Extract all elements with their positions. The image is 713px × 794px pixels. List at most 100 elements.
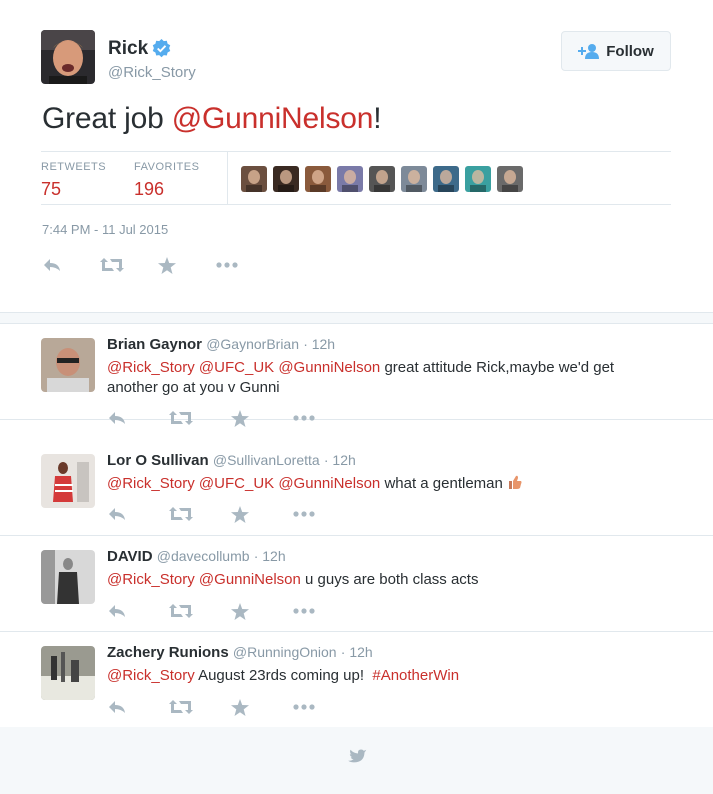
- more-icon: [293, 415, 315, 421]
- reply-mention[interactable]: @UFC_UK: [199, 475, 274, 492]
- reply-author-name[interactable]: Zachery Runions: [107, 644, 229, 661]
- twitter-bird-icon[interactable]: [345, 749, 367, 767]
- favorite-button[interactable]: [231, 505, 293, 523]
- reply-time[interactable]: · 12h: [341, 644, 373, 660]
- follow-button[interactable]: Follow: [561, 31, 671, 71]
- retweets-stat[interactable]: RETWEETS 75: [41, 161, 106, 200]
- reply-button[interactable]: [107, 698, 169, 716]
- reply-mention[interactable]: @Rick_Story: [107, 359, 195, 376]
- reply-button[interactable]: [107, 602, 169, 620]
- favoriter-avatar[interactable]: [497, 166, 523, 192]
- reply-item: Brian Gaynor @GaynorBrian · 12h @Rick_St…: [0, 324, 713, 427]
- reply-icon: [109, 605, 125, 617]
- reply-author-name[interactable]: Lor O Sullivan: [107, 452, 209, 469]
- reply-time[interactable]: · 12h: [324, 452, 356, 468]
- reply-header: Brian Gaynor @GaynorBrian · 12h: [107, 336, 335, 353]
- more-icon: [216, 262, 238, 268]
- reply-author-handle[interactable]: @RunningOnion: [233, 644, 337, 660]
- reply-header: Lor O Sullivan @SullivanLoretta · 12h: [107, 452, 356, 469]
- retweets-label: RETWEETS: [41, 161, 107, 173]
- retweet-icon: [169, 411, 193, 425]
- favoriter-avatar[interactable]: [273, 166, 299, 192]
- retweet-button[interactable]: [169, 602, 231, 620]
- author-name[interactable]: Rick: [108, 38, 148, 60]
- thumbs-up-emoji-icon: [509, 475, 522, 489]
- more-button[interactable]: [293, 505, 355, 523]
- reply-avatar[interactable]: [41, 338, 95, 392]
- reply-mention[interactable]: @UFC_UK: [199, 359, 274, 376]
- reply-hashtag[interactable]: #AnotherWin: [372, 667, 459, 684]
- reply-author-handle[interactable]: @GaynorBrian: [206, 336, 299, 352]
- reply-button[interactable]: [107, 505, 169, 523]
- favoriter-avatar[interactable]: [305, 166, 331, 192]
- favoriter-avatar[interactable]: [369, 166, 395, 192]
- retweet-button[interactable]: [100, 256, 158, 274]
- reply-button[interactable]: [107, 409, 169, 427]
- favoriter-avatar[interactable]: [401, 166, 427, 192]
- tweet-text-before: Great job: [42, 102, 172, 135]
- author-handle[interactable]: @Rick_Story: [108, 64, 196, 81]
- reply-icon: [109, 701, 125, 713]
- reply-button[interactable]: [42, 256, 100, 274]
- tweet-timestamp[interactable]: 7:44 PM - 11 Jul 2015: [42, 222, 168, 237]
- favorites-stat[interactable]: FAVORITES 196: [134, 161, 199, 200]
- reply-author-name[interactable]: Brian Gaynor: [107, 336, 202, 353]
- tweet-actions: [42, 256, 274, 274]
- reply-author-handle[interactable]: @davecollumb: [157, 548, 250, 564]
- verified-badge-icon: [152, 39, 171, 58]
- more-icon: [293, 704, 315, 710]
- retweet-button[interactable]: [169, 409, 231, 427]
- reply-mention[interactable]: @Rick_Story: [107, 667, 195, 684]
- tweet-text: Great job @GunniNelson!: [42, 102, 382, 136]
- favorite-button[interactable]: [231, 409, 293, 427]
- reply-text: @Rick_Story August 23rds coming up! #Ano…: [107, 666, 667, 686]
- reply-author-handle[interactable]: @SullivanLoretta: [213, 452, 320, 468]
- main-tweet: Rick @Rick_Story Follow Great job @Gunni…: [0, 0, 713, 312]
- author-avatar[interactable]: [41, 30, 95, 84]
- favoriter-avatar[interactable]: [465, 166, 491, 192]
- favoriter-avatar[interactable]: [433, 166, 459, 192]
- reply-icon: [109, 412, 125, 424]
- favorite-button[interactable]: [158, 256, 216, 274]
- star-icon: [231, 505, 249, 523]
- retweet-button[interactable]: [169, 698, 231, 716]
- reply-mention[interactable]: @GunniNelson: [199, 571, 301, 588]
- reply-avatar[interactable]: [41, 550, 95, 604]
- reply-text: @Rick_Story @UFC_UK @GunniNelson what a …: [107, 474, 667, 494]
- tweet-mention[interactable]: @GunniNelson: [172, 102, 374, 135]
- reply-avatar[interactable]: [41, 646, 95, 700]
- favoriter-avatars: [241, 166, 523, 192]
- retweet-icon: [100, 258, 124, 272]
- reply-header: DAVID @davecollumb · 12h: [107, 548, 286, 565]
- favoriter-avatar[interactable]: [241, 166, 267, 192]
- reply-mention[interactable]: @Rick_Story: [107, 571, 195, 588]
- star-icon: [231, 602, 249, 620]
- favorite-button[interactable]: [231, 602, 293, 620]
- retweet-icon: [169, 604, 193, 618]
- more-button[interactable]: [293, 409, 355, 427]
- more-button[interactable]: [293, 698, 355, 716]
- reply-mention[interactable]: @GunniNelson: [278, 475, 380, 492]
- reply-time[interactable]: · 12h: [254, 548, 286, 564]
- reply-text: @Rick_Story @GunniNelson u guys are both…: [107, 570, 667, 590]
- follow-label: Follow: [606, 42, 654, 60]
- reply-author-name[interactable]: DAVID: [107, 548, 153, 565]
- favorite-button[interactable]: [231, 698, 293, 716]
- reply-body: u guys are both class acts: [300, 571, 479, 588]
- reply-mention[interactable]: @GunniNelson: [278, 359, 380, 376]
- reply-avatar[interactable]: [41, 454, 95, 508]
- stats-divider: [227, 152, 228, 204]
- reply-mention[interactable]: @Rick_Story: [107, 475, 195, 492]
- favoriter-avatar[interactable]: [337, 166, 363, 192]
- star-icon: [231, 698, 249, 716]
- reply-actions: [107, 409, 355, 427]
- more-button[interactable]: [216, 256, 274, 274]
- reply-time[interactable]: · 12h: [303, 336, 335, 352]
- more-button[interactable]: [293, 602, 355, 620]
- more-icon: [293, 608, 315, 614]
- star-icon: [231, 409, 249, 427]
- reply-actions: [107, 602, 355, 620]
- reply-icon: [109, 508, 125, 520]
- reply-body: August 23rds coming up!: [194, 667, 373, 684]
- retweet-button[interactable]: [169, 505, 231, 523]
